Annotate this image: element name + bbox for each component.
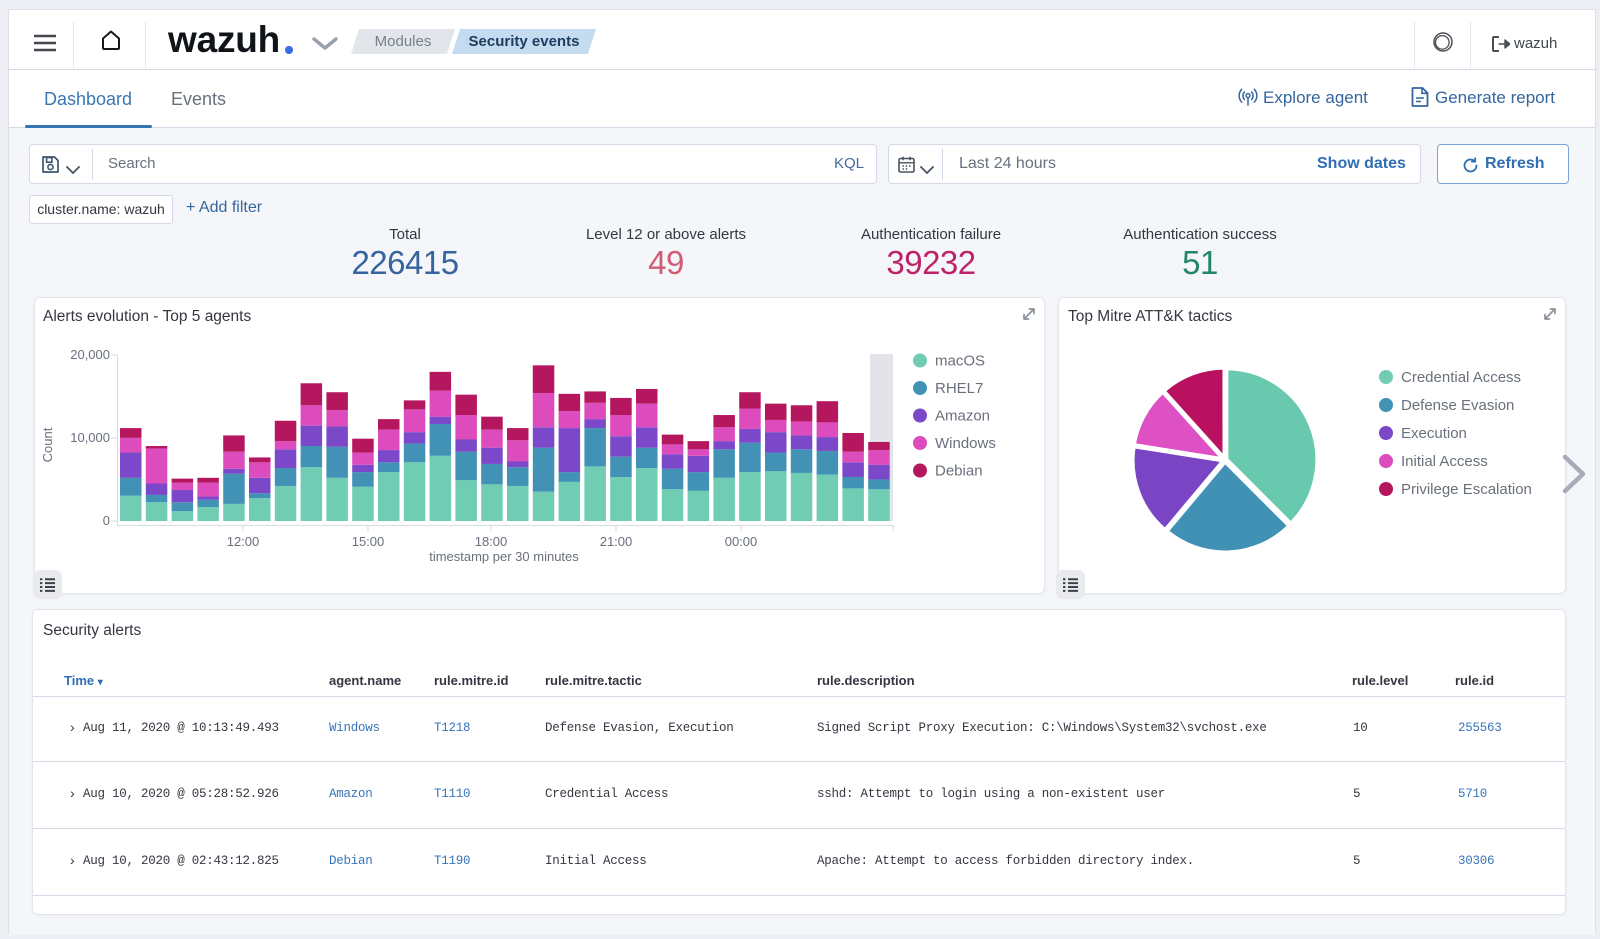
svg-text:Defense Evasion: Defense Evasion [1401,397,1514,414]
svg-text:21:00: 21:00 [600,534,633,549]
svg-text:macOS: macOS [935,353,985,370]
svg-text:Windows: Windows [935,435,996,452]
svg-text:timestamp per 30 minutes: timestamp per 30 minutes [429,549,579,564]
svg-text:15:00: 15:00 [352,534,385,549]
svg-text:Execution: Execution [1401,425,1467,442]
svg-text:00:00: 00:00 [725,534,758,549]
svg-text:Initial Access: Initial Access [1401,453,1488,470]
svg-text:RHEL7: RHEL7 [935,380,983,397]
svg-text:10,000: 10,000 [70,430,110,445]
svg-text:Amazon: Amazon [935,408,990,425]
svg-text:Debian: Debian [935,463,983,480]
svg-text:Privilege Escalation: Privilege Escalation [1401,481,1532,498]
svg-text:20,000: 20,000 [70,347,110,362]
svg-text:0: 0 [103,513,110,528]
svg-text:18:00: 18:00 [475,534,508,549]
svg-text:Credential Access: Credential Access [1401,369,1521,386]
svg-text:12:00: 12:00 [227,534,260,549]
svg-text:Count: Count [40,427,55,462]
